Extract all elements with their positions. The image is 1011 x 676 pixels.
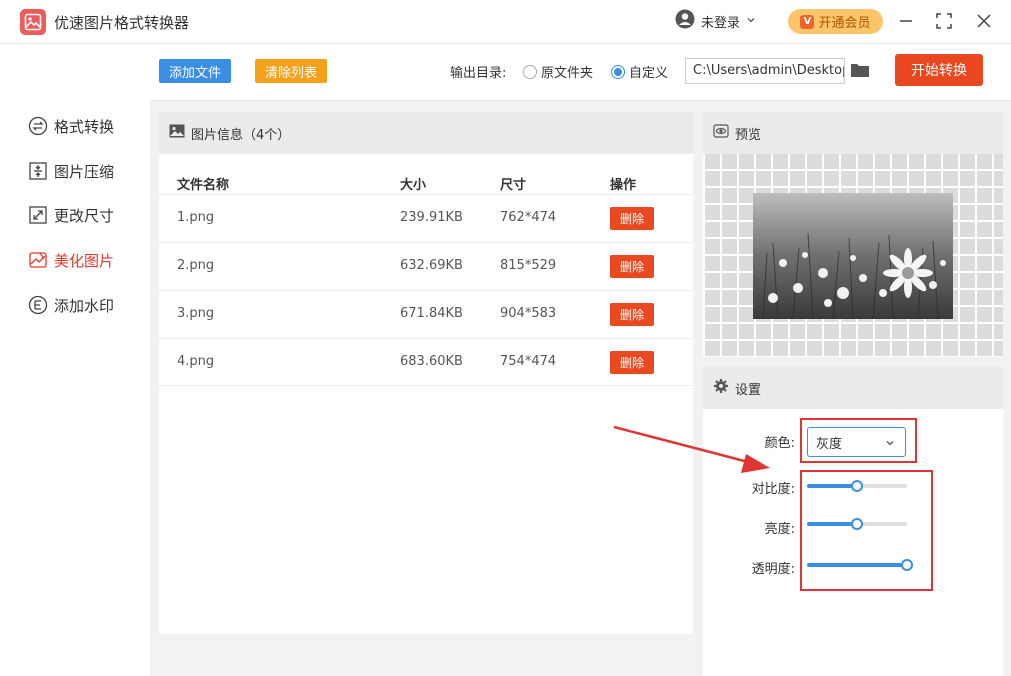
table-row: 3.png 671.84KB 904*583 删除 — [159, 290, 693, 338]
format-convert-icon — [28, 116, 48, 136]
file-name-cell: 2.png — [177, 258, 215, 273]
compress-icon — [28, 161, 48, 181]
color-label: 颜色: — [764, 436, 795, 451]
file-size-cell: 239.91KB — [400, 210, 463, 225]
column-header-dimension: 尺寸 — [500, 178, 527, 193]
radio-label: 原文件夹 — [541, 66, 594, 81]
preview-image — [753, 193, 953, 319]
sidebar-item-compress[interactable]: 图片压缩 — [28, 159, 114, 183]
settings-title: 设置 — [735, 382, 762, 398]
watermark-icon — [28, 295, 48, 315]
toolbar: 添加文件 清除列表 输出目录: 原文件夹 自定义 C:\Users\admin\… — [150, 44, 1011, 101]
file-list-panel: 图片信息（4个） 文件名称 大小 尺寸 操作 1.png 239.91KB 76… — [159, 112, 693, 634]
table-row: 2.png 632.69KB 815*529 删除 — [159, 242, 693, 290]
annotation-box-color — [800, 418, 917, 463]
file-name-cell: 1.png — [177, 210, 215, 225]
sidebar-item-label: 美化图片 — [54, 251, 115, 270]
sidebar-item-label: 图片压缩 — [54, 162, 115, 181]
column-header-action: 操作 — [610, 178, 637, 193]
column-header-name: 文件名称 — [177, 178, 230, 193]
app-title: 优速图片格式转换器 — [54, 14, 190, 32]
table-row: 4.png 683.60KB 754*474 删除 — [159, 338, 693, 386]
preview-panel: 预览 — [703, 112, 1003, 357]
delete-button[interactable]: 删除 — [610, 303, 654, 326]
file-size-cell: 671.84KB — [400, 306, 463, 321]
file-list-title: 图片信息（4个） — [191, 127, 291, 143]
sidebar-item-watermark[interactable]: 添加水印 — [28, 293, 114, 317]
minimize-icon[interactable] — [895, 10, 917, 32]
output-path-input[interactable]: C:\Users\admin\Desktop — [685, 58, 845, 84]
vip-badge-icon: V — [800, 14, 815, 29]
settings-header: 设置 — [703, 367, 1003, 409]
vip-button-label: 开通会员 — [818, 16, 871, 31]
sidebar-item-resize[interactable]: 更改尺寸 — [28, 203, 114, 227]
delete-button[interactable]: 删除 — [610, 255, 654, 278]
radio-label: 自定义 — [629, 66, 669, 81]
folder-icon[interactable] — [850, 62, 870, 78]
title-bar: 优速图片格式转换器 未登录 V 开通会员 — [0, 0, 1011, 44]
contrast-label: 对比度: — [751, 482, 795, 497]
file-dimension-cell: 815*529 — [500, 258, 557, 273]
file-name-cell: 4.png — [177, 354, 215, 369]
close-icon[interactable] — [973, 10, 995, 32]
sidebar-item-label: 格式转换 — [54, 117, 115, 136]
start-convert-button[interactable]: 开始转换 — [895, 54, 983, 86]
sidebar-item-format-convert[interactable]: 格式转换 — [28, 114, 114, 138]
file-list-header: 图片信息（4个） — [159, 112, 693, 154]
radio-custom-folder[interactable]: 自定义 — [611, 62, 668, 81]
delete-button[interactable]: 删除 — [610, 351, 654, 374]
add-file-button[interactable]: 添加文件 — [159, 59, 231, 83]
resize-icon — [28, 205, 48, 225]
delete-button[interactable]: 删除 — [610, 207, 654, 230]
brightness-label: 亮度: — [764, 522, 795, 537]
preview-title: 预览 — [735, 127, 762, 143]
file-size-cell: 683.60KB — [400, 354, 463, 369]
radio-circle-checked — [611, 64, 625, 79]
file-dimension-cell: 754*474 — [500, 354, 557, 369]
file-name-cell: 3.png — [177, 306, 215, 321]
sidebar: 格式转换 图片压缩 更改尺寸 美化图片 添加水印 — [0, 44, 150, 676]
gear-icon — [713, 378, 729, 398]
annotation-box-sliders — [800, 470, 933, 591]
sidebar-item-beautify[interactable]: 美化图片 — [28, 248, 114, 272]
maximize-icon[interactable] — [933, 10, 955, 32]
beautify-icon — [28, 250, 48, 270]
file-dimension-cell: 904*583 — [500, 306, 557, 321]
eye-icon — [713, 124, 729, 142]
file-dimension-cell: 762*474 — [500, 210, 557, 225]
radio-circle — [523, 64, 537, 79]
image-info-icon — [169, 124, 185, 142]
column-header-size: 大小 — [400, 178, 427, 193]
user-login-menu[interactable]: 未登录 — [675, 9, 756, 33]
vip-button[interactable]: V 开通会员 — [788, 9, 883, 34]
output-dir-label: 输出目录: — [450, 66, 507, 81]
radio-original-folder[interactable]: 原文件夹 — [523, 62, 593, 81]
app-logo-icon — [20, 9, 46, 35]
preview-header: 预览 — [703, 112, 1003, 154]
clear-list-button[interactable]: 清除列表 — [255, 59, 327, 83]
sidebar-item-label: 添加水印 — [54, 296, 115, 315]
sidebar-item-label: 更改尺寸 — [54, 206, 115, 225]
table-row: 1.png 239.91KB 762*474 删除 — [159, 194, 693, 242]
opacity-label: 透明度: — [751, 562, 795, 577]
user-login-label: 未登录 — [701, 15, 741, 31]
file-size-cell: 632.69KB — [400, 258, 463, 273]
user-avatar-icon — [675, 9, 695, 33]
chevron-down-icon — [746, 14, 756, 29]
